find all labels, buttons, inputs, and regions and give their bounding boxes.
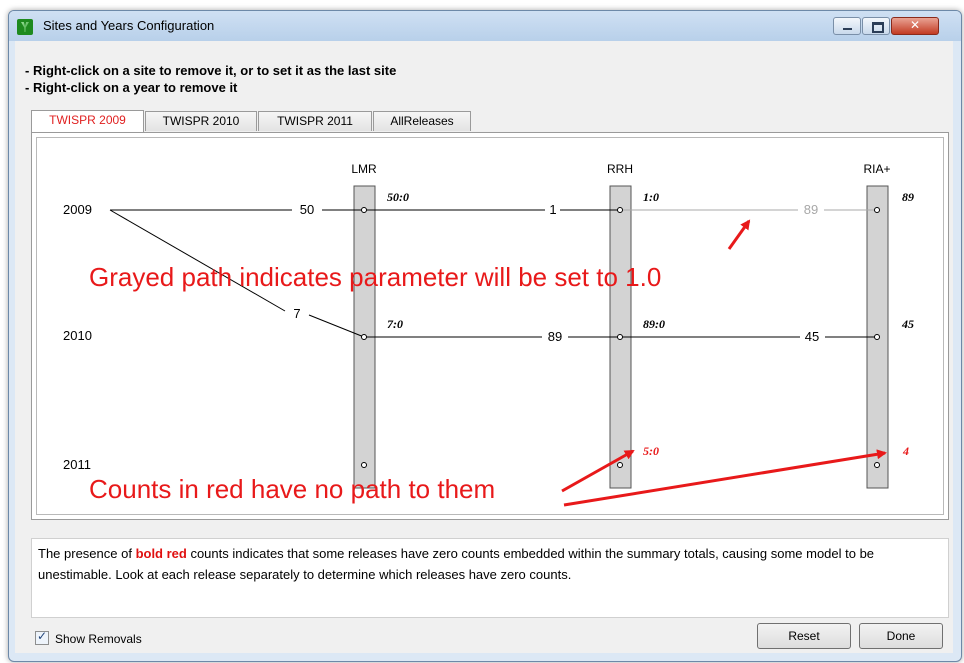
node-rrh-2009 [617,207,623,213]
node-ria-2011 [874,462,880,468]
app-icon [17,19,33,35]
node-count-rrh-2011: 5:0 [643,444,659,458]
checkmark-icon: ✓ [37,629,48,643]
node-count-lmr-2010: 7:0 [387,317,403,331]
node-count-lmr-2009: 50:0 [387,190,409,204]
node-lmr-2009 [361,207,367,213]
done-button[interactable]: Done [859,623,943,649]
tab-twispr-2009[interactable]: TWISPR 2009 [31,110,144,132]
node-ria-2009 [874,207,880,213]
warning-description: The presence of bold red counts indicate… [31,538,949,618]
sites-years-canvas: LMR RRH RIA+ 2009 2010 2011 50 1 89 7 89… [36,137,944,515]
path-count-lmr-rrh-2009: 1 [549,202,556,217]
tab-twispr-2010[interactable]: TWISPR 2010 [145,111,257,131]
close-button[interactable] [891,17,939,35]
dialog-body: - Right-click on a site to remove it, or… [15,41,953,653]
node-ria-2010 [874,334,880,340]
year-label-2009[interactable]: 2009 [63,202,92,217]
year-label-2010[interactable]: 2010 [63,328,92,343]
path-diagram: LMR RRH RIA+ 2009 2010 2011 50 1 89 7 89… [63,162,914,507]
node-lmr-2010 [361,334,367,340]
tab-twispr-2011[interactable]: TWISPR 2011 [258,111,372,131]
node-count-ria-2010: 45 [901,317,914,331]
year-label-2011[interactable]: 2011 [63,457,91,472]
node-count-ria-2009: 89 [902,190,914,204]
site-label-ria[interactable]: RIA+ [863,162,890,176]
annotation-grayed-path: Grayed path indicates parameter will be … [89,262,661,292]
show-removals-checkbox[interactable]: ✓ [35,629,49,645]
tab-allreleases[interactable]: AllReleases [373,111,471,131]
description-text-start: The presence of [38,546,136,561]
window-title: Sites and Years Configuration [43,18,215,33]
path-count-rrh-ria-2010: 45 [805,329,819,344]
config-window: Sites and Years Configuration - Right-cl… [8,10,962,662]
node-lmr-2011 [361,462,367,468]
instruction-remove-year: - Right-click on a year to remove it [25,80,238,95]
description-highlight: bold red [135,546,187,561]
path-count-rrh-ria-2009: 89 [804,202,818,217]
path-count-lmr-rrh-2010: 89 [548,329,562,344]
tab-panel: LMR RRH RIA+ 2009 2010 2011 50 1 89 7 89… [31,132,949,520]
path-2009-to-lmr-2010 [109,209,286,312]
show-removals-option[interactable]: ✓ Show Removals [35,629,142,646]
arrow-to-grayed-path [727,219,751,250]
node-rrh-2011 [617,462,623,468]
node-count-rrh-2010: 89:0 [643,317,665,331]
node-count-rrh-2009: 1:0 [643,190,659,204]
show-removals-label[interactable]: Show Removals [55,632,142,646]
title-bar[interactable]: Sites and Years Configuration [9,11,961,41]
node-count-ria-2011: 4 [902,444,909,458]
minimize-button[interactable] [833,17,861,35]
annotation-red-counts: Counts in red have no path to them [89,474,495,504]
path-count-2009-lmr-2010: 7 [293,306,300,321]
reset-button[interactable]: Reset [757,623,851,649]
path-count-2009-lmr: 50 [300,202,314,217]
site-label-lmr[interactable]: LMR [351,162,377,176]
site-label-rrh[interactable]: RRH [607,162,633,176]
instruction-remove-site: - Right-click on a site to remove it, or… [25,63,397,78]
maximize-button[interactable] [862,17,890,35]
node-rrh-2010 [617,334,623,340]
